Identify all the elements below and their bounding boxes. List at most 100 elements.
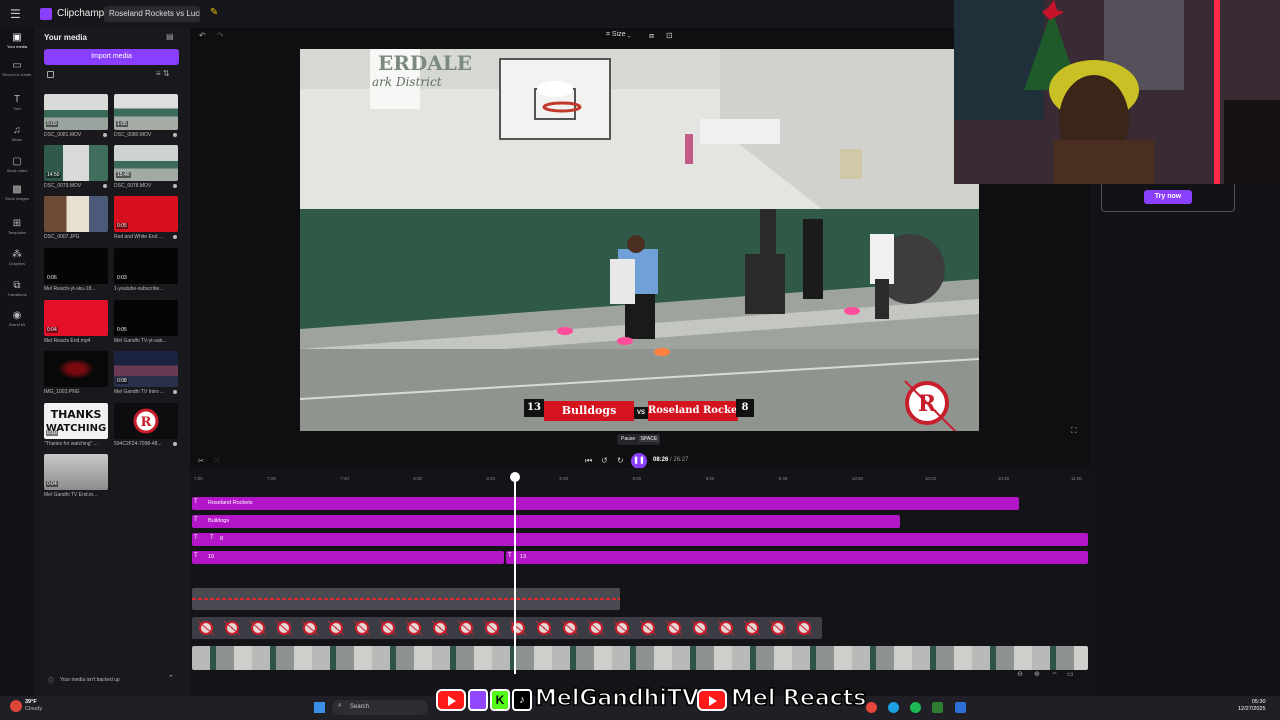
text-icon: T: [194, 535, 198, 541]
try-now-button[interactable]: Try now: [1144, 190, 1192, 204]
media-item[interactable]: 15:40 DSC_0078.MOV: [114, 145, 178, 191]
text-track-clip[interactable]: T Bulldogs: [192, 515, 900, 528]
text-track-clip[interactable]: T 8 T: [192, 533, 1088, 546]
spotify-icon[interactable]: [910, 702, 921, 713]
webcam-overlay: [954, 0, 1280, 184]
ruler-tick-label: 10:20: [924, 476, 937, 481]
rail-item-transitions[interactable]: ⧉ Transitions: [0, 280, 34, 297]
text-track-clip[interactable]: T 13: [506, 551, 1088, 564]
rail-item-stock-images[interactable]: ▩ Stock images: [0, 184, 34, 201]
expand-timeline-icon[interactable]: ▭: [1067, 670, 1074, 678]
media-item[interactable]: 0:04 Mel Reacts End.mp4: [44, 300, 108, 346]
taskbar-search[interactable]: Search: [332, 700, 428, 715]
video-preview[interactable]: R ERDALE ark District 13 Bulldogs VS Ros…: [300, 49, 979, 431]
app-icon[interactable]: [955, 702, 966, 713]
cloud-icon: [173, 390, 177, 394]
home-score: 13: [524, 399, 544, 417]
media-item[interactable]: R 594C2F24-7098-48...: [114, 403, 178, 449]
skip-back-icon[interactable]: ⏮: [585, 456, 592, 466]
audio-clip[interactable]: [192, 588, 620, 610]
svg-text:R: R: [141, 415, 152, 430]
select-all-checkbox[interactable]: [47, 71, 54, 78]
backup-warning: Your media isn't backed up: [60, 677, 120, 683]
rail-item-music[interactable]: ♫ Music: [0, 125, 34, 142]
rewind-5-icon[interactable]: ↺: [601, 456, 608, 465]
edit-name-icon[interactable]: ✎: [210, 7, 218, 18]
text-track-clip[interactable]: T 10: [192, 551, 504, 564]
media-item[interactable]: 0:06 Mel Reacts-yt-sku-18...: [44, 248, 108, 294]
chrome-icon[interactable]: [866, 702, 877, 713]
text-icon: T: [194, 517, 198, 523]
clipchamp-logo: [40, 8, 52, 20]
magic-edit-icon[interactable]: ✂: [198, 457, 204, 465]
sort-filter-icon[interactable]: ≡ ⇅: [156, 69, 170, 78]
media-item[interactable]: THANKS WATCHING 0:10 "Thanks for watchin…: [44, 403, 108, 449]
text-icon: T: [210, 535, 214, 541]
media-item[interactable]: 5:09 DSC_0081.MOV: [44, 94, 108, 140]
split-icon[interactable]: ⤫: [214, 457, 220, 465]
rocket-logo-icon: R: [133, 408, 159, 434]
rail-item-text[interactable]: T Text: [0, 94, 34, 111]
rail-item-graphics[interactable]: ⁂ Graphics: [0, 249, 34, 266]
weather-icon[interactable]: [10, 700, 22, 712]
media-item[interactable]: 0:08 Mel Gandhi TV Intro ...: [114, 351, 178, 397]
ruler-tick-label: 8:40: [559, 476, 569, 481]
rail-item-stock-video[interactable]: ▢ Stock video: [0, 156, 34, 173]
folder-icon: ▣: [12, 32, 22, 43]
templates-icon: ⊞: [12, 218, 22, 229]
text-track-clip[interactable]: T Roseland Rockets: [192, 497, 1019, 510]
ruler-tick-label: 8:00: [413, 476, 423, 481]
fit-icon[interactable]: ⧈: [649, 31, 654, 41]
video-clip-filmstrip[interactable]: [192, 646, 1088, 670]
import-media-button[interactable]: Import media: [44, 49, 179, 65]
zoom-out-icon[interactable]: ⊖: [1017, 670, 1023, 678]
chevron-up-icon[interactable]: ⌃: [168, 674, 174, 682]
media-item[interactable]: 1:05 DSC_0080.MOV: [114, 94, 178, 140]
zoom-in-icon[interactable]: ⊕: [1034, 670, 1040, 678]
text-icon: T: [508, 553, 512, 559]
app-name: Clipchamp: [57, 8, 105, 19]
logo-overlay-clip[interactable]: [192, 617, 822, 639]
hamburger-menu-icon[interactable]: ☰: [10, 7, 22, 21]
redo-icon[interactable]: ↷: [217, 31, 224, 40]
crop-icon: ⌗: [606, 31, 610, 38]
playhead[interactable]: [514, 474, 516, 674]
playhead-handle[interactable]: [510, 472, 520, 482]
rail-item-record-create[interactable]: ▭ Record & create: [0, 60, 34, 77]
kick-icon: K: [490, 689, 510, 711]
size-dropdown[interactable]: ⌗ Size ⌄: [606, 31, 631, 39]
fullscreen-icon[interactable]: ⛶: [1071, 426, 1077, 436]
media-item[interactable]: 0:05 Red and White End ...: [114, 196, 178, 242]
media-item[interactable]: 0:03 1-youtube-subscribe...: [114, 248, 178, 294]
rail-item-your-media[interactable]: ▣ Your media: [0, 32, 34, 49]
rail-item-templates[interactable]: ⊞ Templates: [0, 218, 34, 235]
undo-icon[interactable]: ↶: [199, 31, 206, 40]
chevron-down-icon: ⌄: [627, 31, 631, 38]
media-item[interactable]: IMG_1003.PNG: [44, 351, 108, 397]
fit-timeline-icon[interactable]: ⇔: [1051, 670, 1058, 677]
windows-start-icon[interactable]: [314, 702, 325, 713]
cloud-icon: [173, 442, 177, 446]
snapshot-icon[interactable]: ⊡: [666, 31, 673, 40]
stock-images-icon: ▩: [12, 184, 22, 195]
forward-5-icon[interactable]: ↻: [617, 456, 624, 465]
media-item[interactable]: 0:04 Mel Gandhi TV End.m...: [44, 454, 108, 500]
channel-name-1: MelGandhiTV: [534, 685, 699, 712]
media-item[interactable]: DSC_0007.JPG: [44, 196, 108, 242]
media-item[interactable]: 14:50 DSC_0079.MOV: [44, 145, 108, 191]
collapse-panel-icon[interactable]: ▤: [166, 32, 174, 41]
xbox-icon[interactable]: [932, 702, 943, 713]
pause-icon[interactable]: ❚❚: [631, 453, 647, 469]
youtube-icon: [436, 689, 466, 711]
taskbar-clock[interactable]: 05:30 12/27/2025: [1238, 699, 1266, 713]
rail-item-brand-kit[interactable]: ◉ Brand kit: [0, 310, 34, 327]
media-panel: Your media ▤ Import media ≡ ⇅ 5:09 DSC_0…: [34, 28, 190, 696]
edge-icon[interactable]: [888, 702, 899, 713]
weather-widget[interactable]: 39°F Cloudy: [25, 699, 42, 713]
project-name-tab[interactable]: Roseland Rockets vs Lucky L: [104, 6, 200, 22]
stock-video-icon: ▢: [12, 156, 22, 167]
media-item[interactable]: 0:05 Mel Gandhi TV-yt-sub...: [114, 300, 178, 346]
ruler-tick-label: 8:20: [486, 476, 496, 481]
cloud-icon: [173, 133, 177, 137]
versus-label: VS: [634, 407, 648, 419]
